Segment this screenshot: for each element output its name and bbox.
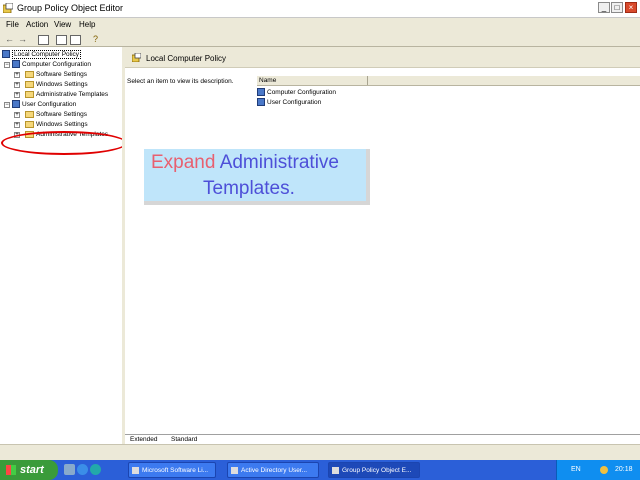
policy-icon <box>2 50 10 59</box>
callout-word-expand: Expand <box>151 152 216 173</box>
window-icon <box>132 467 139 474</box>
tree-item-root[interactable]: Local Computer Policy <box>2 50 82 60</box>
close-button[interactable]: × <box>625 2 637 13</box>
user-icon <box>257 98 265 107</box>
minimize-button[interactable]: _ <box>598 2 610 13</box>
callout-line-1: Expand Administrative <box>151 152 339 174</box>
window-icon <box>332 467 339 474</box>
tree-item-cc-software-settings[interactable]: + Software Settings <box>14 70 87 80</box>
tree-label: Windows Settings <box>36 81 88 88</box>
user-icon <box>12 100 20 109</box>
properties-icon[interactable] <box>56 35 67 45</box>
folder-icon <box>25 120 34 128</box>
computer-icon <box>257 88 265 97</box>
list-item-label: User Configuration <box>267 99 322 106</box>
list-item-label: Computer Configuration <box>267 89 337 96</box>
list-item-user-configuration[interactable]: User Configuration <box>257 98 321 108</box>
folder-icon <box>25 70 34 78</box>
clock[interactable]: 20:18 <box>615 466 633 473</box>
start-button[interactable]: start <box>0 460 58 480</box>
window-icon <box>231 467 238 474</box>
details-title: Local Computer Policy <box>146 54 227 63</box>
tree-label: Local Computer Policy <box>12 50 82 59</box>
window-title: Group Policy Object Editor <box>17 3 124 13</box>
instruction-callout: Expand Administrative Templates. <box>144 149 370 205</box>
taskbar: start Microsoft Software Li... Active Di… <box>0 460 640 480</box>
task-label: Microsoft Software Li... <box>142 467 209 474</box>
tree-item-cc-windows-settings[interactable]: + Windows Settings <box>14 80 88 90</box>
show-hide-tree-icon[interactable] <box>38 35 49 45</box>
task-microsoft-software[interactable]: Microsoft Software Li... <box>128 462 216 478</box>
folder-icon <box>25 90 34 98</box>
column-header-name[interactable]: Name <box>257 76 368 85</box>
toolbar: ← → ? <box>0 32 640 47</box>
tree-label: User Configuration <box>22 101 77 108</box>
group-policy-icon <box>3 3 13 13</box>
maximize-button[interactable]: □ <box>611 2 623 13</box>
media-player-icon[interactable] <box>90 464 101 475</box>
details-pane: Local Computer Policy Select an item to … <box>125 47 640 444</box>
menu-file[interactable]: File <box>6 20 19 29</box>
network-icon[interactable] <box>600 466 608 474</box>
export-list-icon[interactable] <box>70 35 81 45</box>
menu-view[interactable]: View <box>54 20 71 29</box>
collapse-icon[interactable]: − <box>4 62 10 68</box>
tab-standard[interactable]: Standard <box>171 436 197 443</box>
menu-action[interactable]: Action <box>26 20 48 29</box>
task-group-policy[interactable]: Group Policy Object E... <box>328 462 420 478</box>
task-label: Active Directory User... <box>241 467 308 474</box>
tree-label: Software Settings <box>36 111 87 118</box>
expand-icon[interactable]: + <box>14 92 20 98</box>
menu-bar: File Action View Help <box>0 18 640 32</box>
tree-item-uc-software-settings[interactable]: + Software Settings <box>14 110 87 120</box>
tree-item-cc-administrative-templates[interactable]: + Administrative Templates <box>14 90 108 100</box>
back-arrow-icon[interactable]: ← <box>4 34 15 44</box>
highlight-ellipse <box>1 131 127 155</box>
expand-icon[interactable]: + <box>14 72 20 78</box>
start-label: start <box>20 464 44 476</box>
language-indicator[interactable]: EN <box>571 466 581 473</box>
internet-explorer-icon[interactable] <box>77 464 88 475</box>
menu-help[interactable]: Help <box>79 20 95 29</box>
policy-icon <box>132 53 141 62</box>
tree-item-uc-windows-settings[interactable]: + Windows Settings <box>14 120 88 130</box>
desktop-icon[interactable] <box>64 464 75 475</box>
tree-label: Software Settings <box>36 71 87 78</box>
expand-icon[interactable]: + <box>14 112 20 118</box>
expand-icon[interactable]: + <box>14 122 20 128</box>
task-active-directory[interactable]: Active Directory User... <box>227 462 319 478</box>
help-icon[interactable]: ? <box>90 34 101 44</box>
title-bar: Group Policy Object Editor _ □ × <box>0 0 640 18</box>
tree-item-user-configuration[interactable]: − User Configuration <box>4 100 76 110</box>
callout-line-2: Templates. <box>203 178 295 199</box>
system-tray: EN 20:18 <box>556 460 640 480</box>
tab-extended[interactable]: Extended <box>130 436 157 443</box>
forward-arrow-icon[interactable]: → <box>17 34 28 44</box>
callout-word-administrative: Administrative <box>219 152 340 173</box>
task-label: Group Policy Object E... <box>342 467 412 474</box>
tree-label: Computer Configuration <box>22 61 92 68</box>
tree-pane: Local Computer Policy − Computer Configu… <box>0 47 127 444</box>
description-text: Select an item to view its description. <box>127 78 234 85</box>
collapse-icon[interactable]: − <box>4 102 10 108</box>
status-bar <box>0 444 640 461</box>
tree-label: Administrative Templates <box>36 91 109 98</box>
folder-icon <box>25 80 34 88</box>
folder-icon <box>25 110 34 118</box>
tree-label: Windows Settings <box>36 121 88 128</box>
list-item-computer-configuration[interactable]: Computer Configuration <box>257 88 336 98</box>
computer-icon <box>12 60 20 69</box>
expand-icon[interactable]: + <box>14 82 20 88</box>
details-header: Local Computer Policy <box>125 47 640 68</box>
windows-flag-icon <box>6 465 16 475</box>
tree-item-computer-configuration[interactable]: − Computer Configuration <box>4 60 91 70</box>
list-header: Name <box>257 76 640 86</box>
